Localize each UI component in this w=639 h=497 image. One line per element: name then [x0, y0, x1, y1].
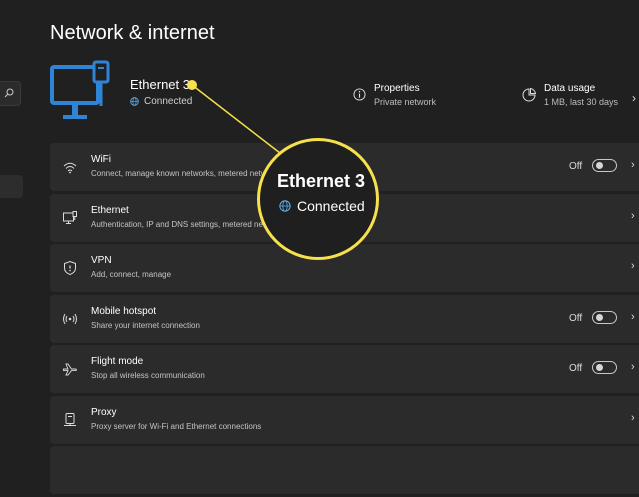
callout-status-text: Connected [297, 198, 365, 214]
callout-connection-status: Connected [279, 198, 365, 214]
callout-connection-name: Ethernet 3 [277, 171, 366, 191]
zoom-callout: Ethernet 3 Connected [257, 138, 379, 260]
globe-icon [279, 200, 291, 212]
